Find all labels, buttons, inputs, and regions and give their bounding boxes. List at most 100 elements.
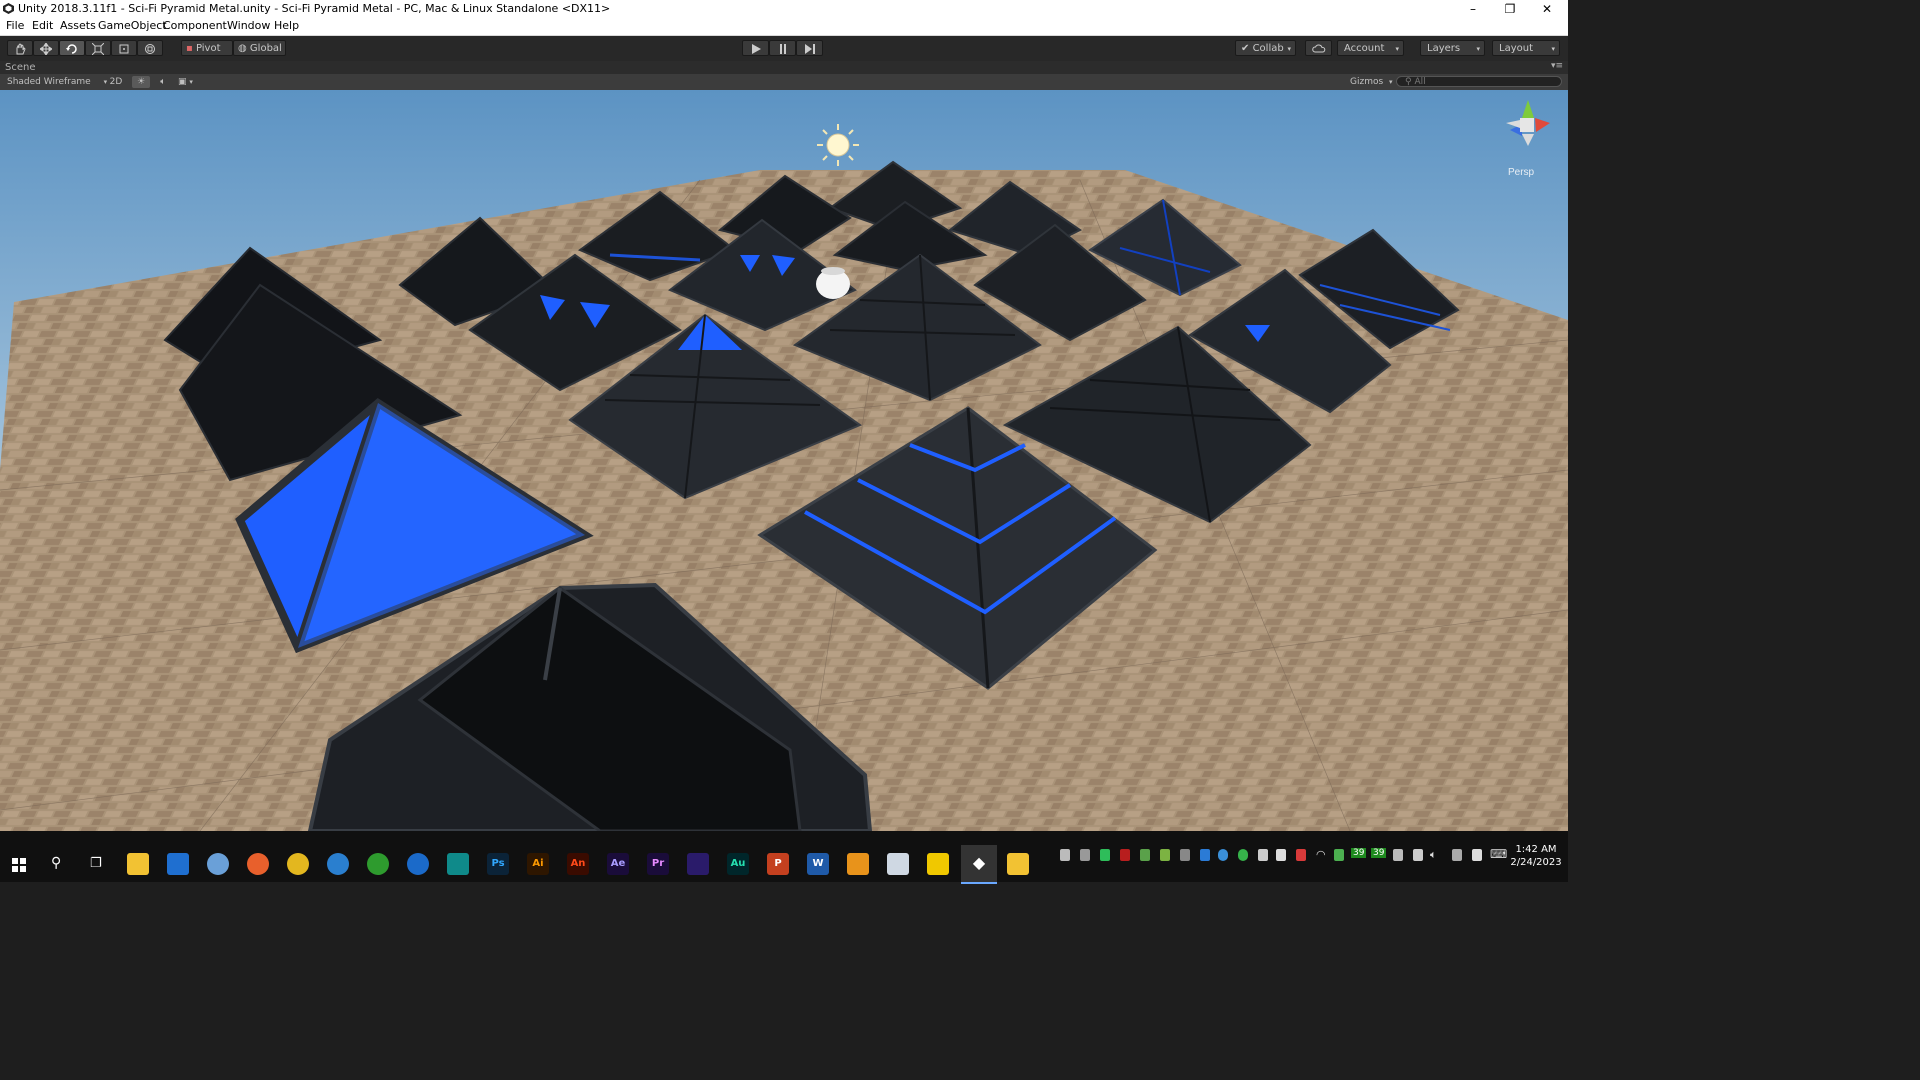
after-effects-icon[interactable]: Ae <box>607 853 629 875</box>
file-explorer-icon[interactable] <box>127 853 149 875</box>
menu-gameobject[interactable]: GameObject <box>98 19 167 32</box>
tray-icon[interactable] <box>1413 849 1423 861</box>
firefox-icon[interactable] <box>247 853 269 875</box>
system-clock[interactable]: 1:42 AM 2/24/2023 <box>1508 843 1564 869</box>
search-icon[interactable]: ⚲ <box>51 855 61 871</box>
restore-button[interactable]: ❐ <box>1492 0 1528 18</box>
main-toolbar: ▪ Pivot ◍ Global ✔ Collab ▾ Account ▾ La… <box>0 36 1568 61</box>
layout-dropdown[interactable]: Layout ▾ <box>1492 40 1560 56</box>
check-icon: ✔ <box>1241 43 1250 54</box>
rect-tool-button[interactable] <box>111 40 137 56</box>
folder-icon[interactable] <box>1007 853 1029 875</box>
illustrator-icon[interactable]: Ai <box>527 853 549 875</box>
menu-component[interactable]: Component <box>163 19 227 32</box>
tray-icon[interactable] <box>1452 849 1462 861</box>
premiere-icon[interactable]: Pr <box>647 853 669 875</box>
tray-icon[interactable] <box>1140 849 1150 861</box>
gizmos-label: Gizmos <box>1350 77 1384 87</box>
gizmos-dropdown[interactable]: Gizmos ▾ <box>1350 76 1393 88</box>
network-app-icon[interactable] <box>407 853 429 875</box>
collab-dropdown[interactable]: ✔ Collab ▾ <box>1235 40 1296 56</box>
scene-search-input[interactable]: ⚲ All <box>1396 76 1562 87</box>
scene-effects-dropdown[interactable]: ▣ ▾ <box>178 76 204 88</box>
tray-icon[interactable] <box>1200 849 1210 861</box>
tray-icon[interactable] <box>1276 849 1286 861</box>
wifi-icon[interactable]: ◠ <box>1316 848 1326 861</box>
package-app-icon[interactable] <box>927 853 949 875</box>
scale-tool-button[interactable] <box>85 40 111 56</box>
cloud-button[interactable] <box>1305 40 1332 56</box>
photoshop-icon[interactable]: Ps <box>487 853 509 875</box>
windows-start-icon[interactable] <box>12 858 26 872</box>
scene-viewport[interactable]: Persp <box>0 90 1568 831</box>
shield-icon[interactable] <box>1100 849 1110 861</box>
word-icon[interactable]: W <box>807 853 829 875</box>
play-button[interactable] <box>742 40 769 56</box>
tab-scene[interactable]: Scene <box>5 62 36 73</box>
layers-dropdown[interactable]: Layers ▾ <box>1420 40 1485 56</box>
tray-icon[interactable] <box>1080 849 1090 861</box>
unity-taskbar-button[interactable]: ◆ <box>961 845 997 884</box>
search-icon: ⚲ <box>1405 77 1412 87</box>
account-dropdown[interactable]: Account ▾ <box>1337 40 1404 56</box>
projection-label[interactable]: Persp <box>1508 167 1535 178</box>
scene-lighting-toggle[interactable]: ☀ <box>132 76 150 88</box>
task-view-icon[interactable]: ❐ <box>90 856 102 871</box>
hand-tool-button[interactable] <box>7 40 33 56</box>
menu-assets[interactable]: Assets <box>60 19 96 32</box>
scene-render[interactable]: Persp <box>0 90 1568 831</box>
pivot-toggle[interactable]: ▪ Pivot <box>181 40 233 56</box>
tray-icon[interactable] <box>1334 849 1344 861</box>
tray-icon[interactable] <box>1120 849 1130 861</box>
move-tool-button[interactable] <box>33 40 59 56</box>
app-launcher-icon[interactable] <box>167 853 189 875</box>
pause-icon <box>779 44 786 54</box>
keyboard-icon[interactable]: ⌨ <box>1490 847 1507 861</box>
tray-icon[interactable] <box>1258 849 1268 861</box>
menu-file[interactable]: File <box>6 19 24 32</box>
scene-audio-toggle[interactable]: 🔈︎ <box>156 76 170 88</box>
minimize-button[interactable]: – <box>1455 0 1491 18</box>
tray-icon[interactable] <box>1160 849 1170 861</box>
layers-label: Layers <box>1427 43 1461 54</box>
close-button[interactable]: ✕ <box>1529 0 1565 18</box>
tray-counter-badge[interactable]: 39 <box>1371 848 1387 858</box>
tray-icon[interactable] <box>1296 849 1306 861</box>
search-app-icon[interactable] <box>327 853 349 875</box>
shading-mode-dropdown[interactable]: Shaded Wireframe ▾ <box>7 76 107 88</box>
panel-menu-icon[interactable]: ▾≡ <box>1551 61 1563 71</box>
unity-logo-icon: ◆ <box>972 853 986 872</box>
animate-icon[interactable]: An <box>567 853 589 875</box>
volume-icon[interactable]: 🔈︎ <box>1430 848 1437 862</box>
global-toggle[interactable]: ◍ Global <box>233 40 286 56</box>
powerpoint-icon[interactable]: P <box>767 853 789 875</box>
visual-studio-icon[interactable] <box>687 853 709 875</box>
notepad-icon[interactable] <box>887 853 909 875</box>
3d-app-icon[interactable] <box>447 853 469 875</box>
paint-app-icon[interactable] <box>207 853 229 875</box>
menu-help[interactable]: Help <box>274 19 299 32</box>
menu-edit[interactable]: Edit <box>32 19 53 32</box>
globe-app-icon[interactable] <box>367 853 389 875</box>
sublime-text-icon[interactable] <box>847 853 869 875</box>
tray-icon[interactable] <box>1060 849 1070 861</box>
tray-counter-badge[interactable]: 39 <box>1351 848 1367 858</box>
battery-icon[interactable] <box>1472 849 1482 861</box>
chrome-icon[interactable] <box>287 853 309 875</box>
collab-label: Collab <box>1252 43 1284 54</box>
transform-tool-button[interactable] <box>137 40 163 56</box>
menu-window[interactable]: Window <box>227 19 270 32</box>
tray-icon[interactable] <box>1238 849 1248 861</box>
tray-icon[interactable] <box>1180 849 1190 861</box>
sun-icon: ☀ <box>136 77 146 87</box>
tray-icon[interactable] <box>1218 849 1228 861</box>
global-label: Global <box>249 43 282 54</box>
step-button[interactable] <box>796 40 823 56</box>
chevron-down-icon: ▾ <box>103 78 108 86</box>
2d-toggle[interactable]: 2D <box>108 76 124 88</box>
rotate-tool-button[interactable] <box>59 40 85 56</box>
clock-date: 2/24/2023 <box>1510 857 1562 868</box>
audition-icon[interactable]: Au <box>727 853 749 875</box>
pause-button[interactable] <box>769 40 796 56</box>
tray-icon[interactable] <box>1393 849 1403 861</box>
